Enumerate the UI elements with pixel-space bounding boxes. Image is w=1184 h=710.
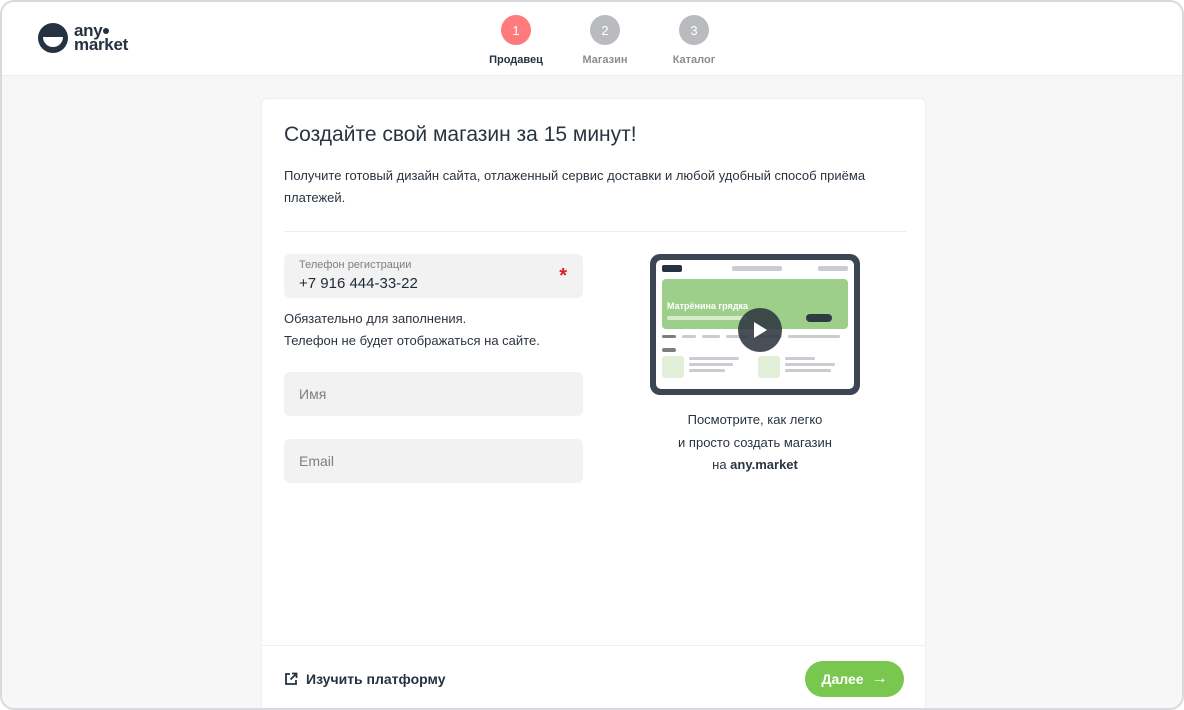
preview-product-line [785, 363, 835, 366]
card-footer: Изучить платформу Далее → [262, 645, 925, 708]
video-preview[interactable]: Матрёнина грядка [650, 254, 860, 395]
stepper: 1 Продавец 2 Магазин 3 Каталог [472, 15, 739, 66]
learn-platform-label: Изучить платформу [306, 671, 446, 687]
preview-tab [788, 335, 840, 338]
page-title: Создайте свой магазин за 15 минут! [284, 123, 637, 146]
preview-tab [662, 335, 676, 338]
preview-tab [702, 335, 720, 338]
logo[interactable]: any market [38, 22, 128, 54]
page-subtitle: Получите готовый дизайн сайта, отлаженны… [284, 168, 866, 205]
preview-address [732, 266, 782, 271]
preview-topbar [662, 265, 848, 275]
logo-icon [38, 23, 68, 53]
signup-card: Создайте свой магазин за 15 минут! Получ… [261, 98, 926, 708]
step-shop[interactable]: 2 Магазин [561, 15, 649, 66]
app-window: any market 1 Продавец 2 Магазин 3 Катало… [0, 0, 1184, 710]
next-button-label: Далее [821, 671, 864, 687]
email-input[interactable] [284, 439, 583, 483]
preview-caption-line-2: и просто создать магазин [678, 434, 832, 450]
next-button[interactable]: Далее → [805, 661, 904, 697]
preview-caption-prefix: на [712, 457, 731, 472]
step-label: Каталог [672, 54, 716, 66]
header: any market 1 Продавец 2 Магазин 3 Катало… [2, 2, 1182, 76]
logo-text: any market [74, 22, 128, 54]
step-number: 2 [590, 15, 620, 45]
phone-hint-line-2: Телефон не будет отображаться на сайте. [284, 333, 540, 348]
phone-hint: Обязательно для заполнения. Телефон не б… [284, 308, 540, 352]
preview-caption-line-1: Посмотрите, как легко [687, 412, 823, 427]
phone-field[interactable]: Телефон регистрации +7 916 444-33-22 * [284, 254, 583, 298]
phone-hint-line-1: Обязательно для заполнения. [284, 311, 467, 326]
preview-caption-brand: any.market [730, 457, 798, 472]
step-catalog[interactable]: 3 Каталог [650, 15, 738, 66]
name-input[interactable] [284, 372, 583, 416]
preview-caption: Посмотрите, как легко и просто создать м… [634, 409, 876, 477]
play-button[interactable] [738, 308, 782, 352]
preview-screen: Матрёнина грядка [656, 260, 854, 389]
preview-product-line [689, 357, 739, 360]
phone-label: Телефон регистрации [299, 259, 412, 271]
divider [284, 231, 906, 232]
preview-tab [682, 335, 696, 338]
preview-banner-title: Матрёнина грядка [667, 301, 749, 311]
logo-line-2: market [74, 35, 128, 54]
arrow-right-icon: → [871, 670, 888, 687]
preview-product-line [785, 369, 831, 372]
preview-logo [662, 265, 682, 272]
step-label: Магазин [582, 54, 628, 66]
preview-section-title [662, 348, 676, 352]
preview-product-line [689, 369, 725, 372]
phone-value: +7 916 444-33-22 [299, 275, 418, 292]
preview-caption-line-3: на any.market [634, 454, 876, 477]
external-link-icon [285, 672, 298, 685]
logo-dot [103, 28, 110, 34]
preview-product-image [758, 356, 780, 378]
preview-banner-subtitle [667, 316, 747, 320]
preview-product-image [662, 356, 684, 378]
preview-icons [818, 266, 848, 271]
step-label: Продавец [489, 54, 543, 66]
required-marker: * [559, 265, 567, 287]
learn-platform-link[interactable]: Изучить платформу [284, 671, 445, 687]
step-number: 1 [501, 15, 531, 45]
preview-product-line [785, 357, 815, 360]
preview-banner-button [806, 314, 832, 322]
step-seller[interactable]: 1 Продавец [472, 15, 560, 66]
play-icon [754, 322, 767, 338]
step-number: 3 [679, 15, 709, 45]
preview-product-line [689, 363, 733, 366]
